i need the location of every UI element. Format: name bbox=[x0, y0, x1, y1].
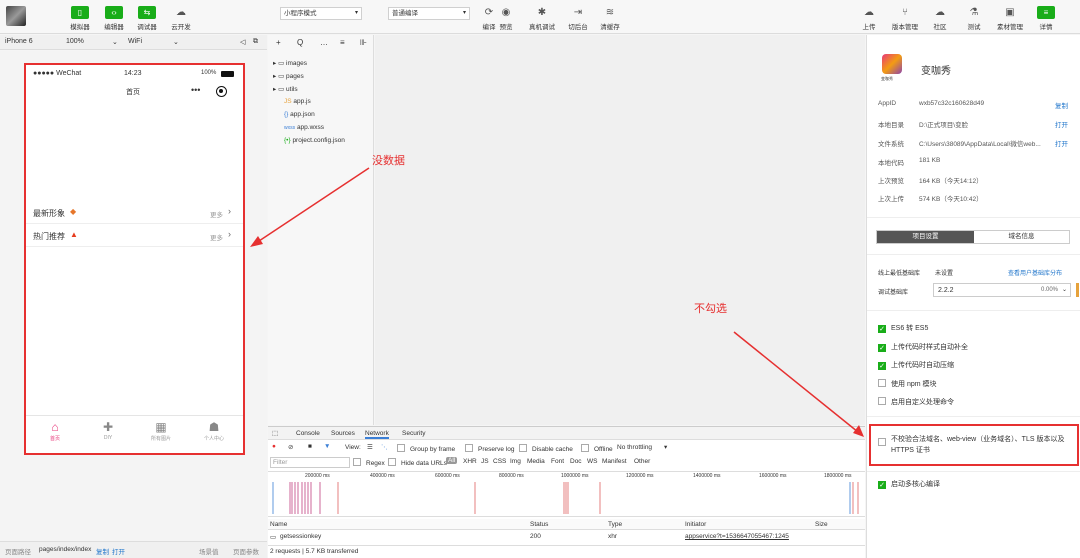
arrow-line bbox=[733, 331, 859, 433]
arrow-line bbox=[255, 167, 370, 244]
annotation-arrows bbox=[250, 167, 864, 437]
arrowhead bbox=[853, 425, 864, 437]
arrowhead bbox=[250, 236, 263, 247]
